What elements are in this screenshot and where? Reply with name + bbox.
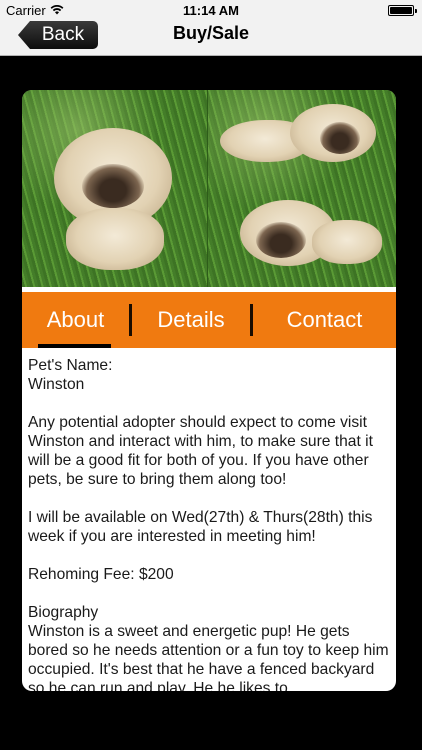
availability-paragraph: I will be available on Wed(27th) & Thurs… bbox=[28, 509, 373, 545]
battery-icon bbox=[388, 5, 417, 16]
tab-details-label: Details bbox=[157, 307, 225, 332]
pet-photo-sitting bbox=[22, 90, 208, 287]
dog-lying-body bbox=[312, 220, 382, 264]
biography-text: Winston is a sweet and energetic pup! He… bbox=[28, 623, 389, 691]
pet-name-label: Pet's Name: bbox=[28, 357, 113, 374]
pet-name: Winston bbox=[28, 376, 85, 393]
tab-about-label: About bbox=[46, 307, 105, 332]
tab-details[interactable]: Details bbox=[132, 292, 250, 348]
tab-contact-label: Contact bbox=[286, 307, 363, 332]
listing-card: About Details Contact Pet's Name: Winsto… bbox=[22, 90, 396, 691]
pet-photo-collage[interactable] bbox=[22, 90, 396, 287]
navigation-bar: Back Buy/Sale bbox=[0, 20, 422, 56]
tab-bar: About Details Contact bbox=[22, 292, 396, 348]
status-bar: Carrier 11:14 AM bbox=[0, 0, 422, 20]
dog-body-shape bbox=[66, 208, 164, 270]
about-content[interactable]: Pet's Name: Winston Any potential adopte… bbox=[28, 356, 392, 691]
pet-photo-playing bbox=[208, 90, 396, 287]
tab-contact[interactable]: Contact bbox=[253, 292, 396, 348]
rehoming-fee: Rehoming Fee: $200 bbox=[28, 566, 174, 583]
status-time: 11:14 AM bbox=[183, 3, 239, 18]
biography-label: Biography bbox=[28, 604, 99, 621]
page-title: Buy/Sale bbox=[172, 23, 250, 43]
tab-about[interactable]: About bbox=[22, 292, 129, 348]
app-screen: Carrier 11:14 AM Back Buy/Sale About Det… bbox=[0, 0, 422, 750]
visit-paragraph: Any potential adopter should expect to c… bbox=[28, 414, 373, 488]
dog-running-head bbox=[290, 104, 376, 162]
